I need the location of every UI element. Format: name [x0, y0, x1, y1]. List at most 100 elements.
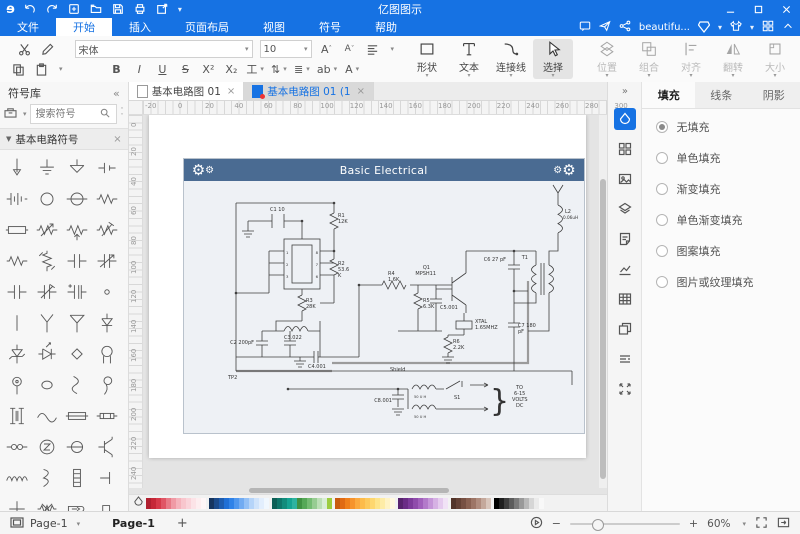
send-icon[interactable] — [598, 20, 611, 35]
fill-option-3[interactable]: 单色渐变填充 — [656, 212, 800, 228]
symbol-led[interactable] — [32, 338, 62, 369]
vertical-scrollbar-thumb[interactable] — [600, 179, 607, 479]
page-tab[interactable]: Page-1 — [112, 517, 155, 530]
symbol-connector[interactable] — [32, 369, 62, 400]
color-swatch[interactable] — [389, 497, 395, 509]
menu-item-3[interactable]: 页面布局 — [168, 18, 246, 36]
symbol-vertical-resistor[interactable] — [32, 245, 62, 276]
align-text-icon[interactable] — [365, 41, 381, 57]
zoom-slider[interactable] — [569, 518, 680, 531]
theme-caret-icon[interactable]: ▾ — [750, 23, 754, 32]
image-icon[interactable] — [614, 168, 636, 190]
tab-close-icon[interactable]: × — [357, 86, 365, 97]
symbol-trimmer-resistor[interactable] — [92, 214, 122, 245]
symbol-capacitor-2[interactable] — [2, 276, 32, 307]
symbol-chassis-ground[interactable] — [62, 152, 92, 183]
symbol-inductor[interactable] — [2, 462, 32, 493]
color-swatch[interactable] — [200, 497, 206, 509]
color-swatch[interactable] — [538, 497, 544, 509]
shape-button[interactable]: 形状 ▾ — [407, 39, 447, 79]
document-tab-1[interactable]: 基本电路图 01 (1 × — [244, 82, 374, 100]
section-close-icon[interactable]: × — [113, 134, 121, 145]
vertical-scrollbar[interactable] — [599, 115, 608, 488]
radio-icon[interactable] — [656, 152, 669, 164]
symbol-ac-source[interactable] — [32, 400, 62, 431]
feedback-icon[interactable] — [579, 20, 591, 35]
symbol-fuse-2[interactable] — [92, 400, 122, 431]
vip-gem-icon[interactable] — [697, 21, 710, 33]
color-swatch[interactable] — [263, 497, 269, 509]
format-tab-1[interactable]: 线条 — [695, 82, 748, 108]
format-tab-2[interactable]: 阴影 — [747, 82, 800, 108]
diagram-card[interactable]: ⚙ ⚙ Basic Electrical ⚙ ⚙ C1 10 R1 12K 1 … — [182, 158, 585, 434]
symbol-socket[interactable] — [2, 369, 32, 400]
increase-font-icon[interactable]: Aˆ — [319, 41, 335, 57]
flip-button[interactable]: 翻转 ▾ — [713, 39, 753, 79]
symbol-wire[interactable] — [2, 307, 32, 338]
paste-caret-icon[interactable]: ▾ — [59, 65, 63, 73]
fill-bucket-icon[interactable] — [133, 496, 144, 510]
symbol-crossing[interactable] — [2, 493, 32, 511]
layers-icon[interactable] — [614, 198, 636, 220]
presentation-play-icon[interactable] — [530, 516, 543, 532]
symbol-lamp[interactable] — [92, 338, 122, 369]
symbol-junction[interactable] — [92, 276, 122, 307]
drawing-canvas[interactable]: ⚙ ⚙ Basic Electrical ⚙ ⚙ C1 10 R1 12K 1 … — [143, 115, 600, 488]
zoom-level[interactable]: 60% — [707, 518, 730, 530]
page-nav-caret-icon[interactable]: ▾ — [77, 520, 81, 528]
symbol-source-circle[interactable] — [32, 183, 62, 214]
note-icon[interactable] — [614, 228, 636, 250]
symbol-indicator[interactable] — [62, 431, 92, 462]
symbol-capacitor[interactable] — [62, 245, 92, 276]
page[interactable]: ⚙ ⚙ Basic Electrical ⚙ ⚙ C1 10 R1 12K 1 … — [148, 115, 586, 458]
symbol-antenna[interactable] — [32, 307, 62, 338]
zoom-caret-icon[interactable]: ▾ — [742, 520, 746, 528]
font-family-select[interactable]: 宋体 ▾ — [74, 40, 253, 58]
maximize-button[interactable] — [744, 0, 772, 18]
minimize-button[interactable] — [716, 0, 744, 18]
menu-item-4[interactable]: 视图 — [246, 18, 302, 36]
fullscreen-icon[interactable] — [755, 516, 768, 532]
fill-option-5[interactable]: 图片或纹理填充 — [656, 274, 800, 290]
format-button-6[interactable]: 工 ▾ — [246, 61, 264, 77]
zoom-out-icon[interactable]: − — [552, 517, 561, 530]
select-button[interactable]: 选择 ▾ — [533, 39, 574, 79]
paste-icon[interactable] — [33, 61, 49, 77]
copy-icon[interactable] — [10, 61, 26, 77]
menu-item-0[interactable]: 文件 — [0, 18, 56, 36]
format-button-3[interactable]: S — [177, 61, 193, 77]
format-button-4[interactable]: X² — [200, 61, 216, 77]
close-button[interactable] — [772, 0, 800, 18]
radio-icon[interactable] — [656, 183, 669, 195]
theme-shirt-icon[interactable] — [730, 20, 742, 35]
cut-icon[interactable] — [17, 41, 33, 57]
horizontal-scrollbar[interactable] — [128, 488, 608, 494]
symbol-resistor-box[interactable] — [2, 214, 32, 245]
fit-page-icon[interactable] — [777, 516, 790, 532]
format-button-0[interactable]: B — [108, 61, 124, 77]
zoom-in-icon[interactable]: + — [689, 517, 698, 530]
symbol-terminal[interactable] — [92, 462, 122, 493]
symbol-battery[interactable] — [2, 183, 32, 214]
fill-option-1[interactable]: 单色填充 — [656, 150, 800, 166]
text-button[interactable]: 文本 ▾ — [449, 39, 489, 79]
symbol-zener-diode[interactable] — [2, 338, 32, 369]
library-icon[interactable] — [4, 107, 17, 121]
symbol-chain[interactable] — [2, 431, 32, 462]
menu-item-2[interactable]: 插入 — [112, 18, 168, 36]
format-button-2[interactable]: U — [154, 61, 170, 77]
table-icon[interactable] — [614, 288, 636, 310]
color-swatch[interactable] — [485, 497, 491, 509]
symbol-trimmer-capacitor[interactable] — [32, 276, 62, 307]
symbol-ground-arrow[interactable] — [2, 152, 32, 183]
tab-close-icon[interactable]: × — [227, 86, 235, 97]
symbol-transistor[interactable] — [92, 431, 122, 462]
account-caret-icon[interactable]: ▾ — [718, 23, 722, 32]
format-tab-0[interactable]: 填充 — [642, 82, 695, 108]
color-swatch[interactable] — [326, 497, 332, 509]
symbol-polarized-capacitor[interactable] — [62, 276, 92, 307]
redo-icon[interactable] — [46, 3, 59, 16]
section-collapse-icon[interactable]: ▼ — [6, 135, 11, 143]
expand-panel-icon[interactable]: » — [622, 86, 628, 100]
symbol-cell[interactable] — [92, 152, 122, 183]
